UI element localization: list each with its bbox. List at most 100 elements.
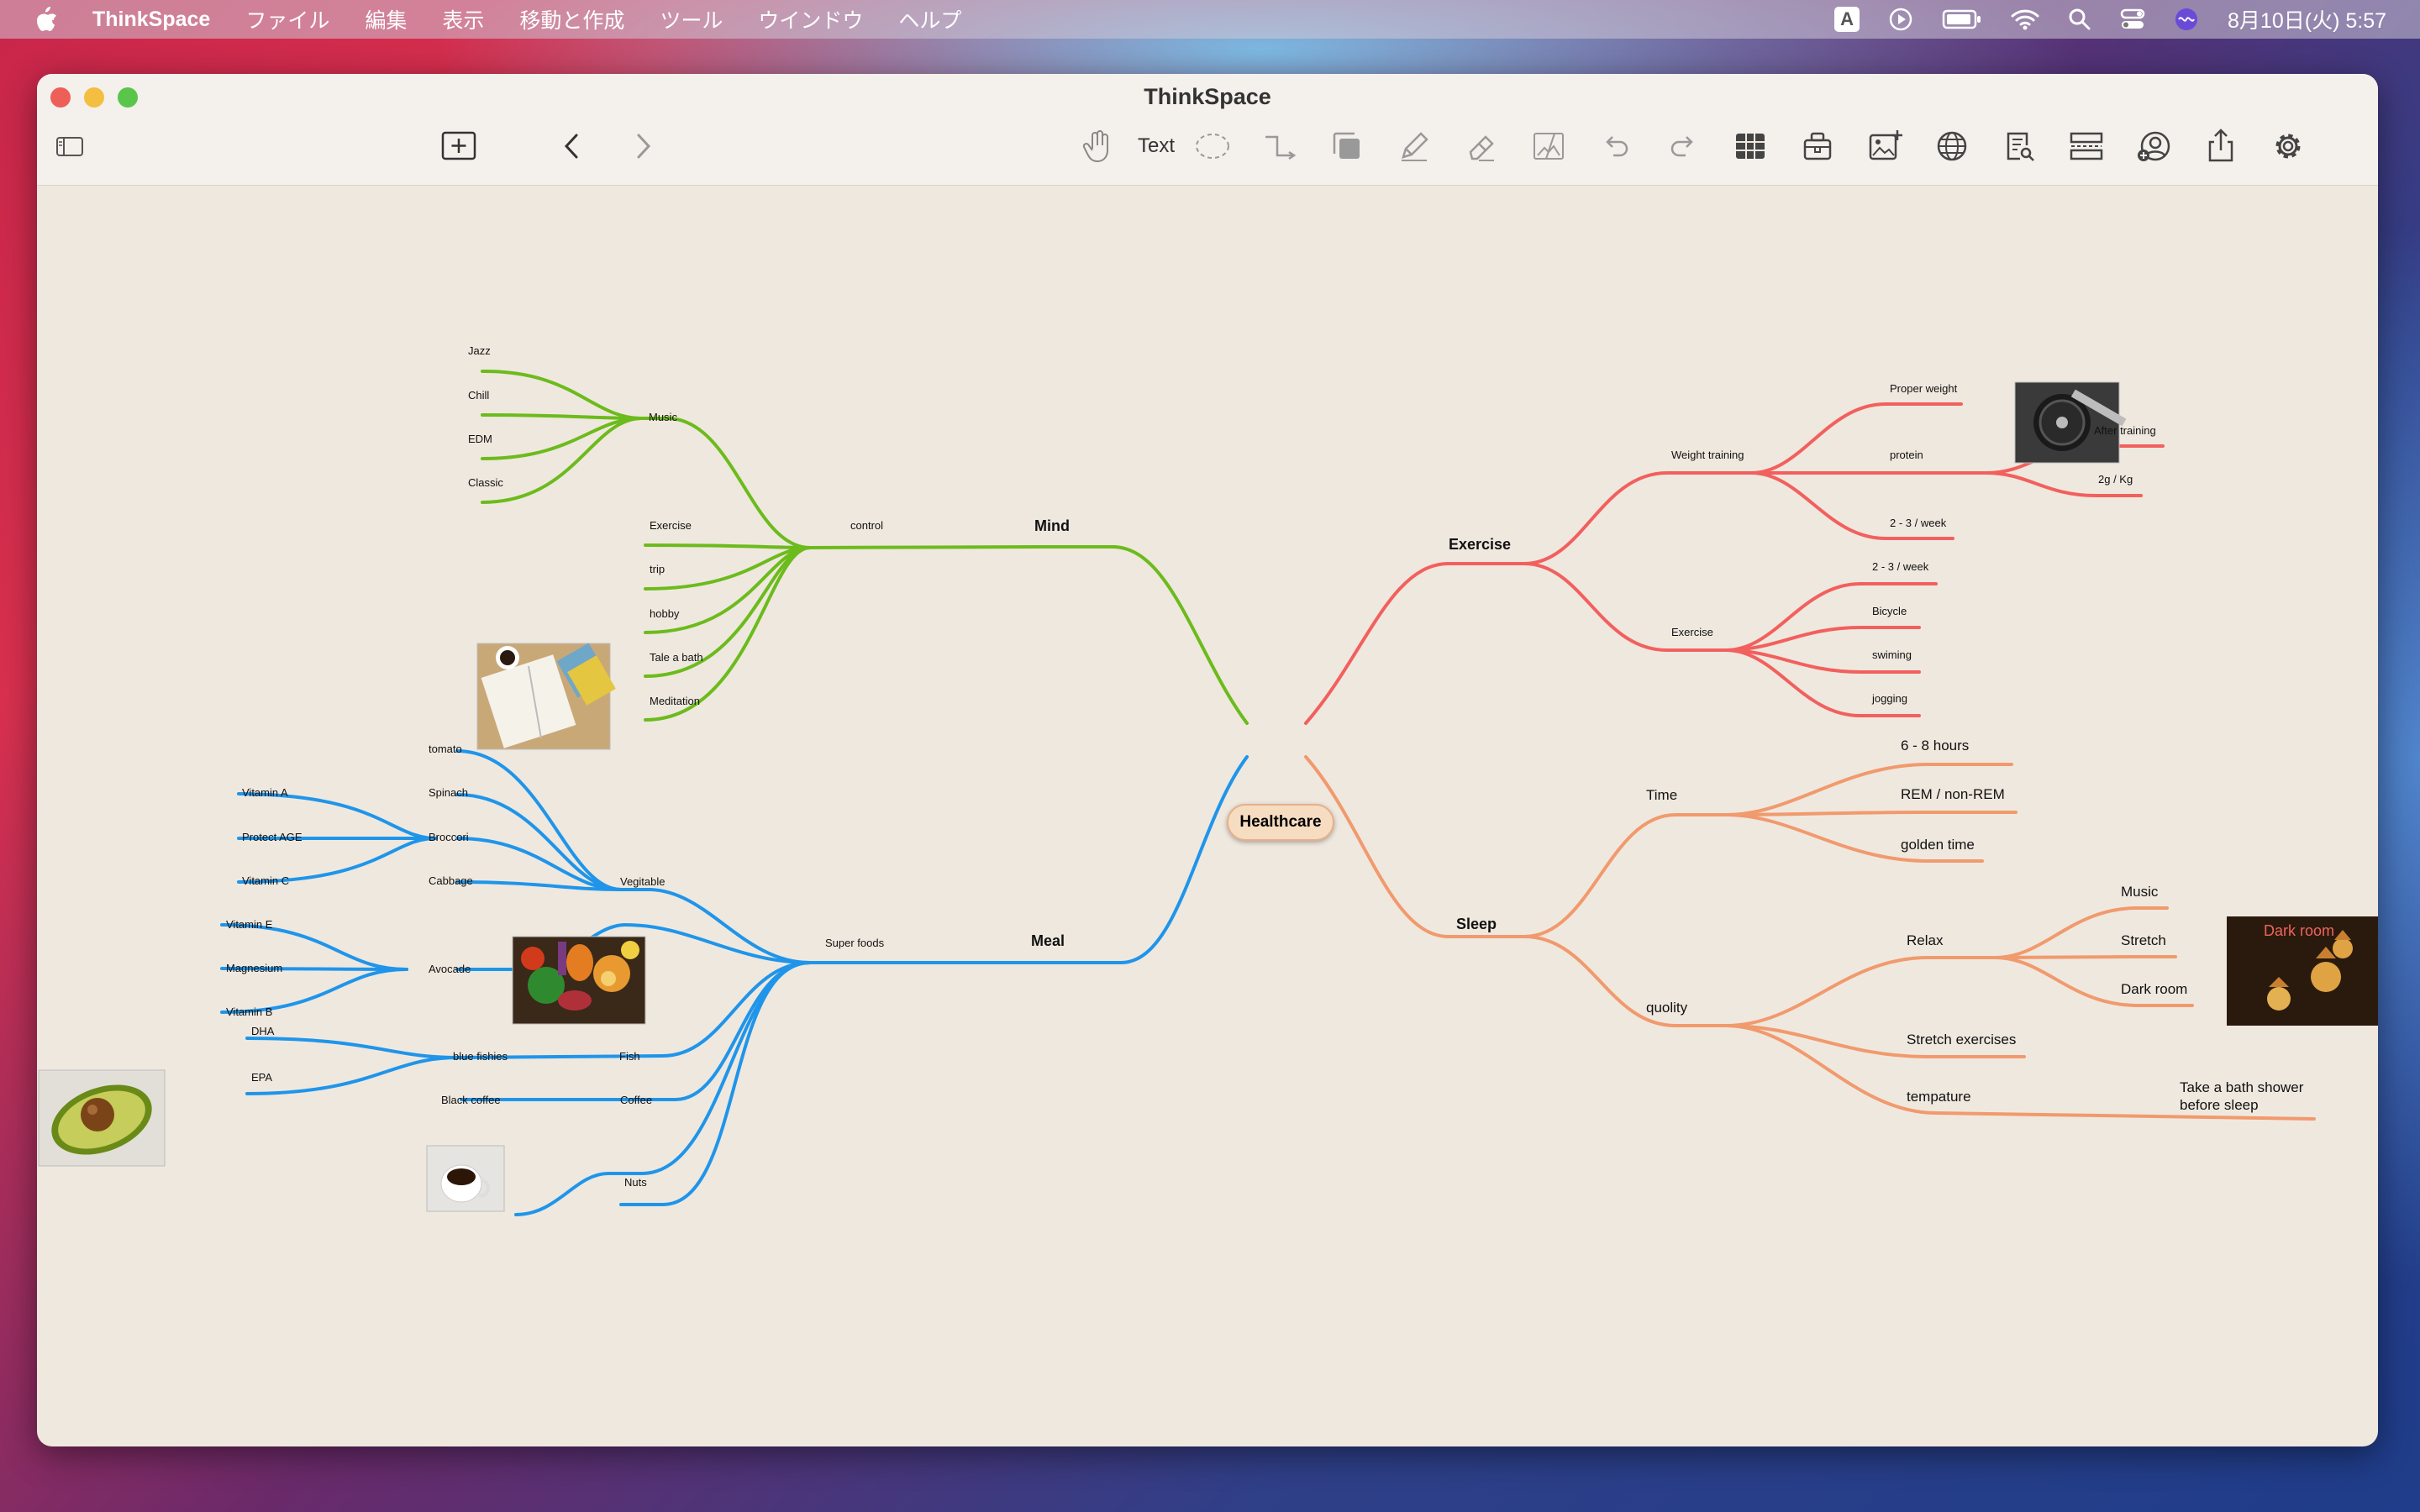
topic-black-coffee[interactable]: Black coffee [441,1095,501,1105]
topic-magnesium[interactable]: Magnesium [226,963,282,974]
topic-trip[interactable]: trip [650,564,665,575]
topic-avocade[interactable]: Avocade [429,963,471,974]
table-button[interactable] [1729,124,1771,168]
input-source-icon[interactable]: A [1834,7,1860,32]
topic-weight-training[interactable]: Weight training [1671,449,1744,460]
topic-quolity[interactable]: quolity [1646,1000,1687,1015]
battery-icon[interactable] [1942,8,1982,30]
topic-vitamin-e[interactable]: Vitamin E [226,919,272,930]
coffee-cup-image[interactable] [426,1145,505,1212]
topic-super-foods[interactable]: Super foods [825,937,884,948]
topic-cabbage[interactable]: Cabbage [429,875,473,886]
topic-after-training[interactable]: After training [2094,425,2156,436]
topic-relax[interactable]: Relax [1907,933,1943,948]
mindmap-canvas[interactable]: Dark room Healthcare Mind control Music … [37,186,2378,1446]
topic-meditation[interactable]: Meditation [650,696,700,706]
vegetables-image[interactable] [512,936,646,1025]
topic-chill[interactable]: Chill [468,390,489,401]
topic-hobby[interactable]: hobby [650,608,679,619]
share-button[interactable] [2200,124,2242,168]
wifi-icon[interactable] [2011,8,2039,30]
hand-tool-button[interactable] [1076,124,1118,168]
lasso-select-button[interactable] [1192,124,1234,168]
topic-meal[interactable]: Meal [1031,933,1065,948]
topic-epa[interactable]: EPA [251,1072,272,1083]
insert-image-button[interactable] [1864,124,1906,168]
topic-tomato[interactable]: tomato [429,743,462,754]
topic-bath-note-line2[interactable]: before sleep [2180,1098,2259,1112]
topic-weight-frequency[interactable]: 2 - 3 / week [1890,517,1946,528]
topic-time[interactable]: Time [1646,788,1677,802]
topic-protein[interactable]: protein [1890,449,1923,460]
topic-jazz[interactable]: Jazz [468,345,491,356]
topic-bath-note-line1[interactable]: Take a bath shower [2180,1080,2303,1095]
topic-sleep-hours[interactable]: 6 - 8 hours [1901,738,1969,753]
topic-jogging[interactable]: jogging [1872,693,1907,704]
back-button[interactable] [551,124,593,168]
topic-stretch-exercises[interactable]: Stretch exercises [1907,1032,2016,1047]
topic-dha[interactable]: DHA [251,1026,274,1037]
topic-mind[interactable]: Mind [1034,518,1070,533]
topic-classic[interactable]: Classic [468,477,503,488]
menu-file[interactable]: ファイル [245,4,329,34]
topic-dark-room[interactable]: Dark room [2121,982,2187,996]
topic-broccori[interactable]: Broccori [429,832,469,843]
new-map-button[interactable] [434,124,484,168]
search-icon[interactable] [2068,8,2091,31]
layout-button[interactable] [2065,124,2107,168]
avocado-image[interactable] [38,1069,166,1168]
topic-edm[interactable]: EDM [468,433,492,444]
topic-nuts[interactable]: Nuts [624,1177,647,1188]
topic-coffee[interactable]: Coffee [620,1095,652,1105]
connector-tool-button[interactable] [1259,124,1301,168]
topic-take-a-bath[interactable]: Tale a bath [650,652,703,663]
topic-vitamin-c[interactable]: Vitamin C [242,875,289,886]
control-center-icon[interactable] [2120,8,2145,31]
topic-vitamin-a[interactable]: Vitamin A [242,787,288,798]
topic-2g-per-kg[interactable]: 2g / Kg [2098,474,2133,485]
topic-sleep[interactable]: Sleep [1456,916,1497,932]
menubar-clock[interactable]: 8月10日(火) 5:57 [2228,4,2386,34]
image-edit-button[interactable] [1528,124,1570,168]
menu-edit[interactable]: 編集 [365,4,407,34]
menu-view[interactable]: 表示 [442,4,484,34]
dumbbell-image[interactable] [2014,381,2127,464]
topic-exercise[interactable]: Exercise [1449,537,1511,552]
apple-icon[interactable] [34,5,59,34]
topic-exercise-frequency[interactable]: 2 - 3 / week [1872,561,1928,572]
topic-tempature[interactable]: tempature [1907,1089,1971,1104]
topic-control[interactable]: control [850,520,883,531]
book-coffee-image[interactable] [476,643,616,750]
siri-icon[interactable] [2174,7,2199,32]
topic-vitamin-b[interactable]: Vitamin B [226,1006,272,1017]
redo-button[interactable] [1662,124,1704,168]
menu-navigate[interactable]: 移動と作成 [519,4,624,34]
eraser-tool-button[interactable] [1460,124,1502,168]
text-tool-button[interactable]: Text [1126,124,1186,168]
topic-relax-music[interactable]: Music [2121,885,2158,899]
topic-golden-time[interactable]: golden time [1901,837,1975,852]
topic-relax-stretch[interactable]: Stretch [2121,933,2166,948]
play-icon[interactable] [1888,7,1913,32]
topic-control-exercise[interactable]: Exercise [650,520,692,531]
topic-proper-weight[interactable]: Proper weight [1890,383,1957,394]
app-menu[interactable]: ThinkSpace [92,8,210,32]
topic-rem[interactable]: REM / non-REM [1901,787,2005,801]
topic-swiming[interactable]: swiming [1872,649,1912,660]
topic-fish[interactable]: Fish [619,1051,640,1062]
web-button[interactable] [1931,124,1973,168]
undo-button[interactable] [1595,124,1637,168]
topic-music[interactable]: Music [649,412,677,423]
collaborate-button[interactable] [2133,124,2175,168]
layers-tool-button[interactable] [1326,124,1368,168]
pen-tool-button[interactable] [1393,124,1435,168]
forward-button[interactable] [622,124,664,168]
menu-tools[interactable]: ツール [660,4,723,34]
topic-blue-fishies[interactable]: blue fishies [453,1051,508,1062]
topic-protect-age[interactable]: Protect AGE [242,832,302,843]
topic-exercise-sub[interactable]: Exercise [1671,627,1713,638]
central-node[interactable]: Healthcare [1227,804,1334,841]
find-in-document-button[interactable] [1998,124,2040,168]
menu-window[interactable]: ウインドウ [758,4,863,34]
settings-button[interactable] [2267,124,2309,168]
